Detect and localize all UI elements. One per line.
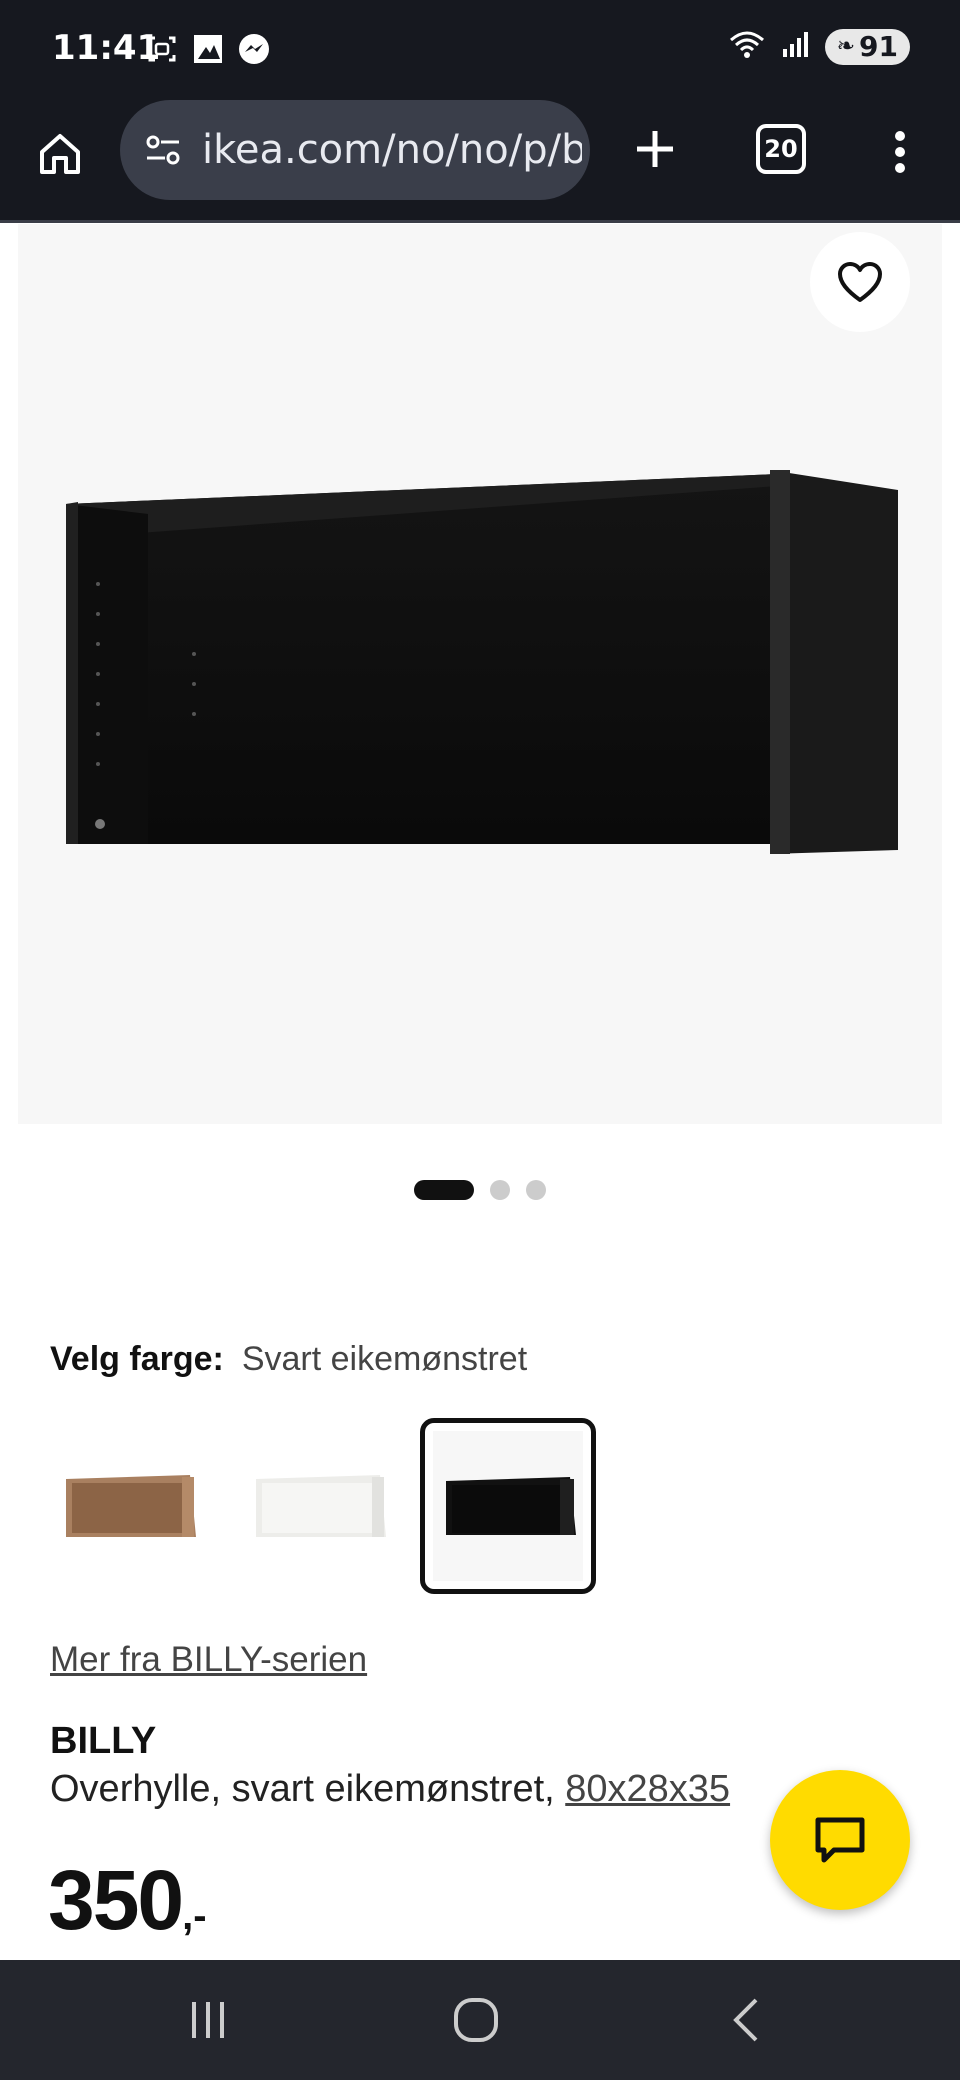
wifi-icon	[727, 28, 767, 65]
recent-apps-icon	[192, 2002, 224, 2038]
carousel-dot-active[interactable]	[414, 1180, 474, 1200]
selected-color-value: Svart eikemønstret	[241, 1340, 528, 1378]
back-chevron-icon	[733, 1998, 758, 2042]
home-nav-button[interactable]	[436, 1990, 516, 2050]
color-swatches	[40, 1418, 596, 1594]
gallery-app-icon	[191, 32, 225, 66]
address-bar[interactable]: ikea.com/no/no/p/bill	[120, 100, 590, 200]
home-icon	[40, 134, 80, 174]
white-shelf-thumbnail	[256, 1475, 386, 1537]
heart-icon	[838, 262, 882, 302]
battery-leaf-icon: ❧	[836, 34, 856, 59]
chat-button[interactable]	[770, 1770, 910, 1910]
back-button[interactable]	[706, 1990, 786, 2050]
status-bar: 11:41 ❧ 91	[0, 0, 960, 100]
carousel-dot[interactable]	[490, 1180, 510, 1200]
color-label: Velg farge:	[50, 1340, 224, 1378]
status-time: 11:41	[52, 28, 161, 68]
site-settings-icon[interactable]	[140, 127, 186, 173]
series-link[interactable]: Mer fra BILLY-serien	[50, 1640, 367, 1680]
swatch-walnut[interactable]	[40, 1418, 216, 1594]
product-description-text: Overhylle, svart eikemønstret,	[50, 1768, 555, 1810]
product-price: 350,-	[48, 1852, 207, 1949]
signal-icon	[781, 29, 811, 64]
image-carousel-indicator	[0, 1180, 960, 1200]
product-image[interactable]	[18, 224, 942, 1124]
messenger-icon	[237, 32, 271, 66]
price-suffix: ,-	[182, 1894, 207, 1938]
recent-apps-button[interactable]	[168, 1990, 248, 2050]
more-vert-icon	[895, 131, 905, 173]
color-picker-heading: Velg farge: Svart eikemønstret	[50, 1340, 527, 1379]
product-brand: BILLY	[50, 1720, 157, 1762]
system-nav-bar	[0, 1960, 960, 2080]
shelf-illustration	[66, 470, 898, 854]
swatch-white[interactable]	[230, 1418, 406, 1594]
price-integer: 350	[48, 1853, 184, 1947]
home-circle-icon	[454, 1998, 498, 2042]
favorite-button[interactable]	[810, 232, 910, 332]
url-text[interactable]: ikea.com/no/no/p/bill	[202, 127, 582, 173]
battery-indicator: ❧ 91	[824, 28, 910, 65]
chat-icon	[815, 1817, 865, 1863]
plus-icon	[637, 131, 673, 167]
swatch-black-selected[interactable]	[420, 1418, 596, 1594]
tab-switcher-button[interactable]: 20	[752, 120, 810, 178]
product-dimensions-link[interactable]: 80x28x35	[565, 1768, 730, 1810]
home-button[interactable]	[28, 122, 92, 186]
black-shelf-thumbnail	[446, 1477, 576, 1535]
screenshot-icon	[145, 32, 179, 66]
browser-toolbar: ikea.com/no/no/p/bill 20	[0, 100, 960, 223]
new-tab-button[interactable]	[620, 114, 690, 184]
tab-count: 20	[756, 124, 806, 174]
carousel-dot[interactable]	[526, 1180, 546, 1200]
battery-level: 91	[859, 30, 898, 63]
product-description: Overhylle, svart eikemønstret, 80x28x35	[50, 1768, 730, 1811]
browser-menu-button[interactable]	[878, 122, 922, 182]
walnut-shelf-thumbnail	[66, 1475, 196, 1537]
